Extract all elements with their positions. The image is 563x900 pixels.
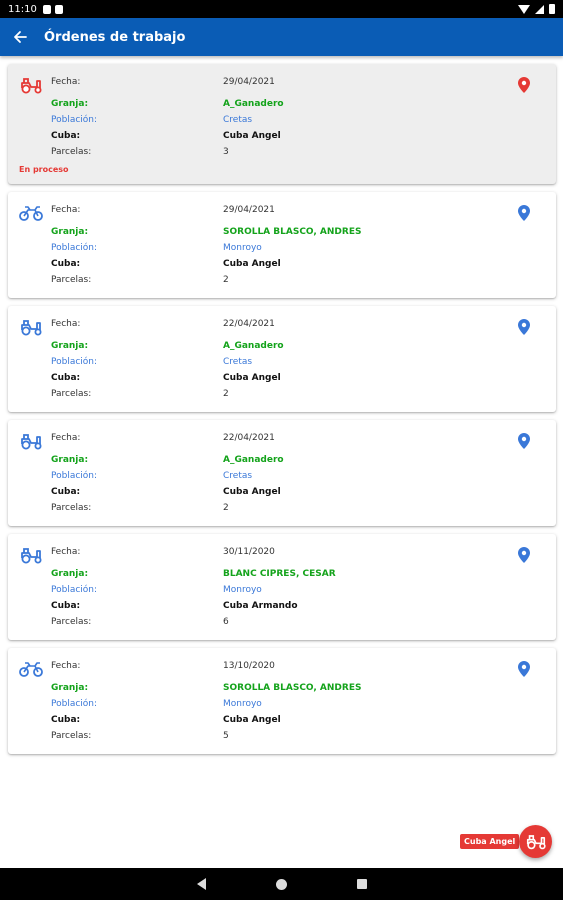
fecha-label: Fecha: xyxy=(51,205,81,215)
fab-label: Cuba Angel xyxy=(460,834,520,849)
notification-icon xyxy=(42,4,51,14)
location-pin-icon[interactable] xyxy=(518,319,530,335)
system-nav-bar xyxy=(0,868,563,900)
motorbike-icon xyxy=(19,660,43,678)
location-pin-icon[interactable] xyxy=(518,547,530,563)
fecha-label: Fecha: xyxy=(51,547,81,557)
poblacion-value: Cretas xyxy=(223,115,253,125)
cuba-label: Cuba: xyxy=(51,487,81,497)
cuba-value: Cuba Angel xyxy=(223,259,281,269)
granja-label: Granja: xyxy=(51,569,89,579)
parcelas-label: Parcelas: xyxy=(51,147,92,157)
poblacion-value: Monroyo xyxy=(223,243,262,253)
parcelas-value: 2 xyxy=(223,275,229,285)
granja-value: A_Ganadero xyxy=(223,99,284,109)
tractor-icon xyxy=(19,432,43,450)
app-bar: Órdenes de trabajo xyxy=(0,18,563,56)
parcelas-label: Parcelas: xyxy=(51,617,92,627)
cuba-label: Cuba: xyxy=(51,601,81,611)
fecha-value: 29/04/2021 xyxy=(223,77,275,87)
cuba-value: Cuba Angel xyxy=(223,373,281,383)
poblacion-value: Cretas xyxy=(223,471,253,481)
page-title: Órdenes de trabajo xyxy=(44,29,186,45)
granja-label: Granja: xyxy=(51,683,89,693)
battery-icon xyxy=(549,4,555,14)
signal-icon xyxy=(535,4,544,14)
granja-value: SOROLLA BLASCO, ANDRES xyxy=(223,683,362,693)
status-time: 11:10 xyxy=(8,3,37,15)
cuba-label: Cuba: xyxy=(51,131,81,141)
cuba-label: Cuba: xyxy=(51,259,81,269)
status-badge: En proceso xyxy=(19,165,69,174)
granja-label: Granja: xyxy=(51,227,89,237)
nav-back-icon[interactable] xyxy=(196,878,206,890)
order-card[interactable]: Fecha: 29/04/2021 Granja: SOROLLA BLASCO… xyxy=(8,192,556,298)
fecha-value: 22/04/2021 xyxy=(223,319,275,329)
fecha-value: 22/04/2021 xyxy=(223,433,275,443)
fecha-label: Fecha: xyxy=(51,433,81,443)
orders-list: Fecha: 29/04/2021 Granja: A_Ganadero Pob… xyxy=(8,64,556,762)
order-card[interactable]: Fecha: 13/10/2020 Granja: SOROLLA BLASCO… xyxy=(8,648,556,754)
order-card[interactable]: Fecha: 22/04/2021 Granja: A_Ganadero Pob… xyxy=(8,420,556,526)
order-card[interactable]: Fecha: 22/04/2021 Granja: A_Ganadero Pob… xyxy=(8,306,556,412)
order-card[interactable]: Fecha: 29/04/2021 Granja: A_Ganadero Pob… xyxy=(8,64,556,184)
nav-recent-apps-icon[interactable] xyxy=(356,879,367,889)
wifi-icon xyxy=(518,4,530,14)
parcelas-value: 5 xyxy=(223,731,229,741)
parcelas-value: 2 xyxy=(223,389,229,399)
parcelas-label: Parcelas: xyxy=(51,389,92,399)
parcelas-value: 3 xyxy=(223,147,229,157)
tractor-icon xyxy=(19,76,43,94)
order-card[interactable]: Fecha: 30/11/2020 Granja: BLANC CIPRES, … xyxy=(8,534,556,640)
tractor-icon xyxy=(19,546,43,564)
back-button[interactable] xyxy=(0,18,40,56)
tractor-icon xyxy=(526,835,546,850)
granja-label: Granja: xyxy=(51,99,89,109)
cuba-value: Cuba Angel xyxy=(223,715,281,725)
sim-icon xyxy=(54,4,63,14)
cuba-value: Cuba Armando xyxy=(223,601,298,611)
parcelas-value: 6 xyxy=(223,617,229,627)
poblacion-label: Población: xyxy=(51,699,98,709)
location-pin-icon[interactable] xyxy=(518,205,530,221)
cuba-value: Cuba Angel xyxy=(223,487,281,497)
granja-label: Granja: xyxy=(51,341,89,351)
parcelas-label: Parcelas: xyxy=(51,275,92,285)
parcelas-label: Parcelas: xyxy=(51,503,92,513)
poblacion-value: Cretas xyxy=(223,357,253,367)
location-pin-icon[interactable] xyxy=(518,433,530,449)
granja-value: A_Ganadero xyxy=(223,341,284,351)
fecha-value: 29/04/2021 xyxy=(223,205,275,215)
granja-label: Granja: xyxy=(51,455,89,465)
poblacion-value: Monroyo xyxy=(223,585,262,595)
fecha-label: Fecha: xyxy=(51,319,81,329)
granja-value: SOROLLA BLASCO, ANDRES xyxy=(223,227,362,237)
granja-value: A_Ganadero xyxy=(223,455,284,465)
location-pin-icon[interactable] xyxy=(518,77,530,93)
cuba-label: Cuba: xyxy=(51,715,81,725)
cuba-label: Cuba: xyxy=(51,373,81,383)
poblacion-label: Población: xyxy=(51,357,98,367)
fecha-label: Fecha: xyxy=(51,77,81,87)
cuba-value: Cuba Angel xyxy=(223,131,281,141)
poblacion-label: Población: xyxy=(51,115,98,125)
nav-home-icon[interactable] xyxy=(275,878,287,890)
poblacion-label: Población: xyxy=(51,243,98,253)
location-pin-icon[interactable] xyxy=(518,661,530,677)
fab-button[interactable] xyxy=(519,825,552,858)
tractor-icon xyxy=(19,318,43,336)
fecha-label: Fecha: xyxy=(51,661,81,671)
poblacion-label: Población: xyxy=(51,585,98,595)
poblacion-value: Monroyo xyxy=(223,699,262,709)
motorbike-icon xyxy=(19,204,43,222)
fecha-value: 13/10/2020 xyxy=(223,661,275,671)
arrow-left-icon xyxy=(14,31,27,43)
status-bar: 11:10 xyxy=(0,0,563,18)
granja-value: BLANC CIPRES, CESAR xyxy=(223,569,336,579)
parcelas-label: Parcelas: xyxy=(51,731,92,741)
parcelas-value: 2 xyxy=(223,503,229,513)
fecha-value: 30/11/2020 xyxy=(223,547,275,557)
poblacion-label: Población: xyxy=(51,471,98,481)
